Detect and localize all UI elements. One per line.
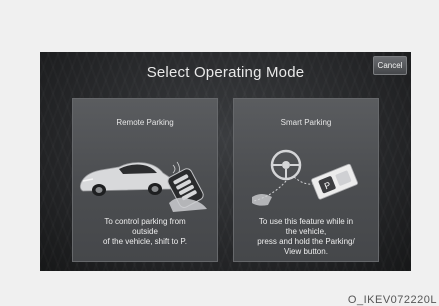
figure-code: O_IKEV072220L xyxy=(347,294,437,306)
desc-line: outside xyxy=(132,227,158,236)
desc-line: the vehicle, xyxy=(285,227,327,236)
desc-line: To use this feature while in xyxy=(258,217,354,226)
smart-parking-description: To use this feature while in the vehicle… xyxy=(240,217,372,257)
desc-line: of the vehicle, shift to P. xyxy=(103,237,187,246)
car-with-remote-key-icon xyxy=(73,143,217,213)
remote-parking-description: To control parking from outside of the v… xyxy=(79,217,211,247)
smart-parking-option[interactable]: Smart Parking P To use this feature whil… xyxy=(233,98,379,262)
desc-line: press and hold the Parking/ xyxy=(257,237,355,246)
screen-title: Select Operating Mode xyxy=(146,64,305,81)
infotainment-screen: Select Operating Mode Cancel Remote Park… xyxy=(40,52,411,271)
steering-wheel-with-parking-button-icon: P xyxy=(234,143,378,213)
desc-line: To control parking from xyxy=(104,217,186,226)
desc-line: View button. xyxy=(284,247,328,256)
remote-parking-label: Remote Parking xyxy=(116,118,174,127)
cancel-button[interactable]: Cancel xyxy=(373,56,407,75)
smart-parking-label: Smart Parking xyxy=(280,118,332,127)
remote-parking-option[interactable]: Remote Parking To control parking from o… xyxy=(72,98,218,262)
